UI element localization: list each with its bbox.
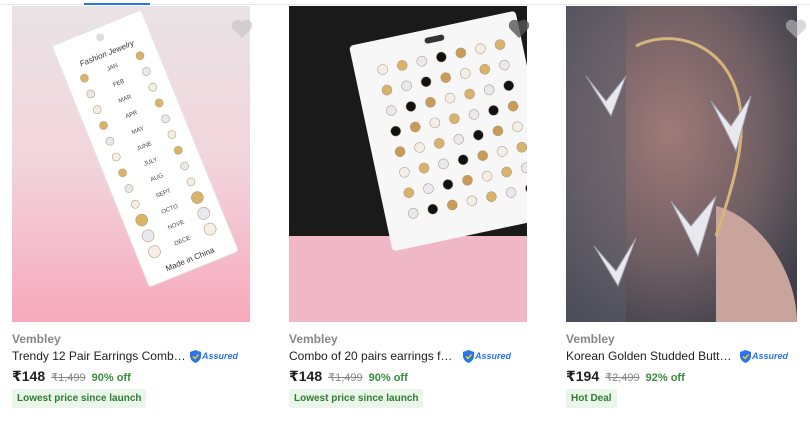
product-image[interactable] (289, 6, 527, 322)
product-image[interactable] (566, 6, 797, 322)
original-price: ₹1,499 (51, 372, 86, 384)
brand-name: Vembley (12, 332, 61, 346)
product-card[interactable]: Fashion Jewelry JAN FEB MAR APR MAY JUNE JULY A… (12, 6, 262, 416)
assured-badge: Assured (190, 349, 238, 363)
product-title[interactable]: Korean Golden Studded Butterfl... (566, 349, 736, 363)
deal-badge: Lowest price since launch (12, 389, 147, 408)
heart-icon[interactable] (784, 18, 808, 40)
product-image[interactable]: Fashion Jewelry JAN FEB MAR APR MAY JUNE JULY A… (12, 6, 250, 322)
heart-icon[interactable] (230, 18, 254, 40)
heart-icon[interactable] (507, 18, 531, 40)
product-title[interactable]: Trendy 12 Pair Earrings Combo S... (12, 349, 186, 363)
discount-percent: 90% off (368, 372, 408, 384)
deal-badge: Lowest price since launch (289, 389, 424, 408)
original-price: ₹1,499 (328, 372, 363, 384)
discount-percent: 90% off (91, 372, 131, 384)
assured-shield-icon (463, 349, 474, 363)
brand-name: Vembley (289, 332, 338, 346)
assured-shield-icon (740, 349, 751, 363)
selling-price: ₹148 (289, 368, 323, 384)
original-price: ₹2,499 (605, 372, 640, 384)
active-tab-indicator (84, 3, 150, 5)
product-title[interactable]: Combo of 20 pairs earrings for ... (289, 349, 459, 363)
assured-badge: Assured (740, 349, 788, 363)
selling-price: ₹194 (566, 368, 600, 384)
assured-shield-icon (190, 349, 201, 363)
selling-price: ₹148 (12, 368, 46, 384)
product-card[interactable]: Vembley Korean Golden Studded Butterfl..… (566, 6, 810, 416)
assured-badge: Assured (463, 349, 511, 363)
discount-percent: 92% off (645, 372, 685, 384)
product-card[interactable]: Vembley Combo of 20 pairs earrings for .… (289, 6, 539, 416)
brand-name: Vembley (566, 332, 615, 346)
deal-badge: Hot Deal (566, 389, 617, 408)
